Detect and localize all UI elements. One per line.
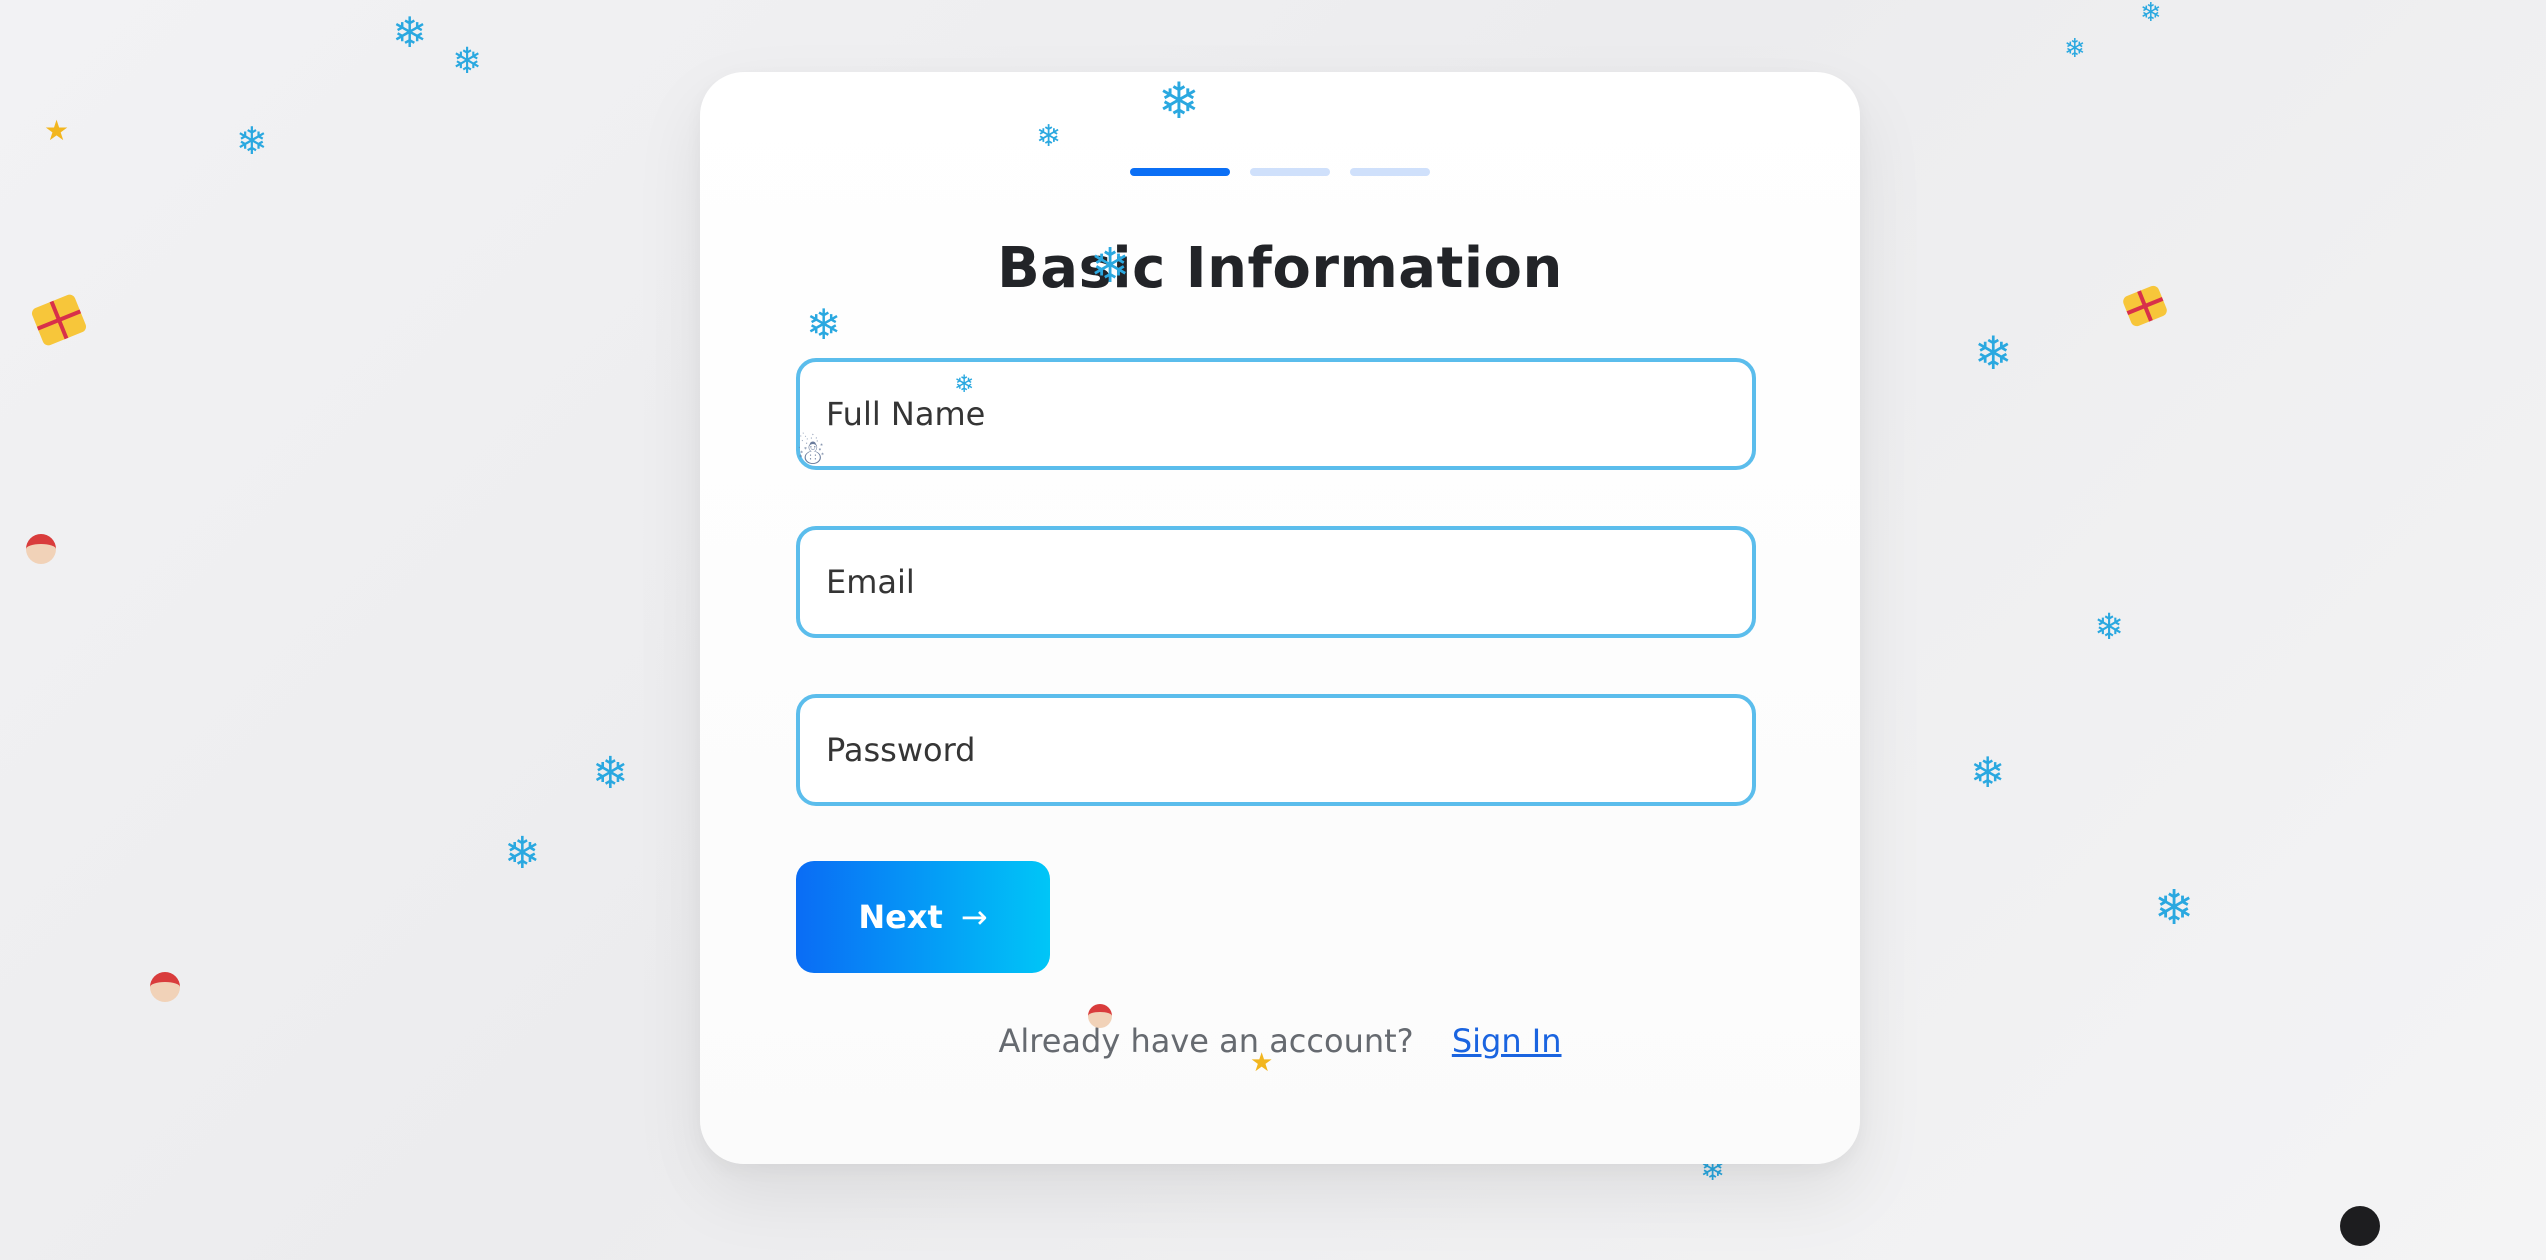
- santa-icon: [150, 972, 180, 1002]
- snowflake-icon: ❄: [1036, 119, 1062, 154]
- sign-in-link[interactable]: Sign In: [1452, 1022, 1562, 1060]
- snowflake-icon: ❄: [236, 119, 268, 163]
- snowflake-icon: ❄: [2064, 34, 2086, 64]
- page-title: Basic Information: [997, 236, 1563, 301]
- next-button[interactable]: Next →: [796, 861, 1050, 973]
- step-progress: [1130, 168, 1430, 176]
- snowflake-icon: ❄: [452, 41, 483, 82]
- snowflake-icon: ❄: [1970, 748, 2006, 797]
- gift-icon: [30, 292, 88, 348]
- password-input[interactable]: [824, 730, 1752, 770]
- snowflake-icon: ❄: [806, 300, 842, 349]
- progress-step-1: [1130, 168, 1230, 176]
- signup-card: Basic Information Next → Already have an…: [700, 72, 1860, 1164]
- snowflake-icon: ❄: [504, 828, 541, 879]
- full-name-input[interactable]: [824, 394, 1752, 434]
- gift-icon: [2121, 284, 2169, 328]
- arrow-right-icon: →: [960, 898, 988, 936]
- santa-icon: [1088, 1004, 1112, 1028]
- star-icon: ★: [44, 114, 70, 147]
- santa-icon: [26, 534, 56, 564]
- snowflake-icon: ❄: [2140, 0, 2162, 28]
- signin-prompt-text: Already have an account?: [998, 1022, 1414, 1060]
- snowflake-icon: ❄: [1974, 326, 2013, 380]
- snowflake-icon: ❄: [2154, 880, 2195, 936]
- next-button-label: Next: [858, 898, 943, 936]
- password-field[interactable]: [796, 694, 1756, 806]
- snowflake-icon: ❄: [1158, 72, 1200, 130]
- progress-step-3: [1350, 168, 1430, 176]
- email-input[interactable]: [824, 562, 1752, 602]
- progress-step-2: [1250, 168, 1330, 176]
- floating-action-dot[interactable]: [2340, 1206, 2380, 1246]
- email-field[interactable]: [796, 526, 1756, 638]
- snowflake-icon: ❄: [392, 8, 428, 57]
- signin-prompt: Already have an account? Sign In: [700, 1022, 1860, 1060]
- snowflake-icon: ❄: [2094, 607, 2125, 648]
- snowflake-icon: ❄: [592, 748, 629, 799]
- full-name-field[interactable]: [796, 358, 1756, 470]
- star-icon: ★: [1250, 1048, 1274, 1078]
